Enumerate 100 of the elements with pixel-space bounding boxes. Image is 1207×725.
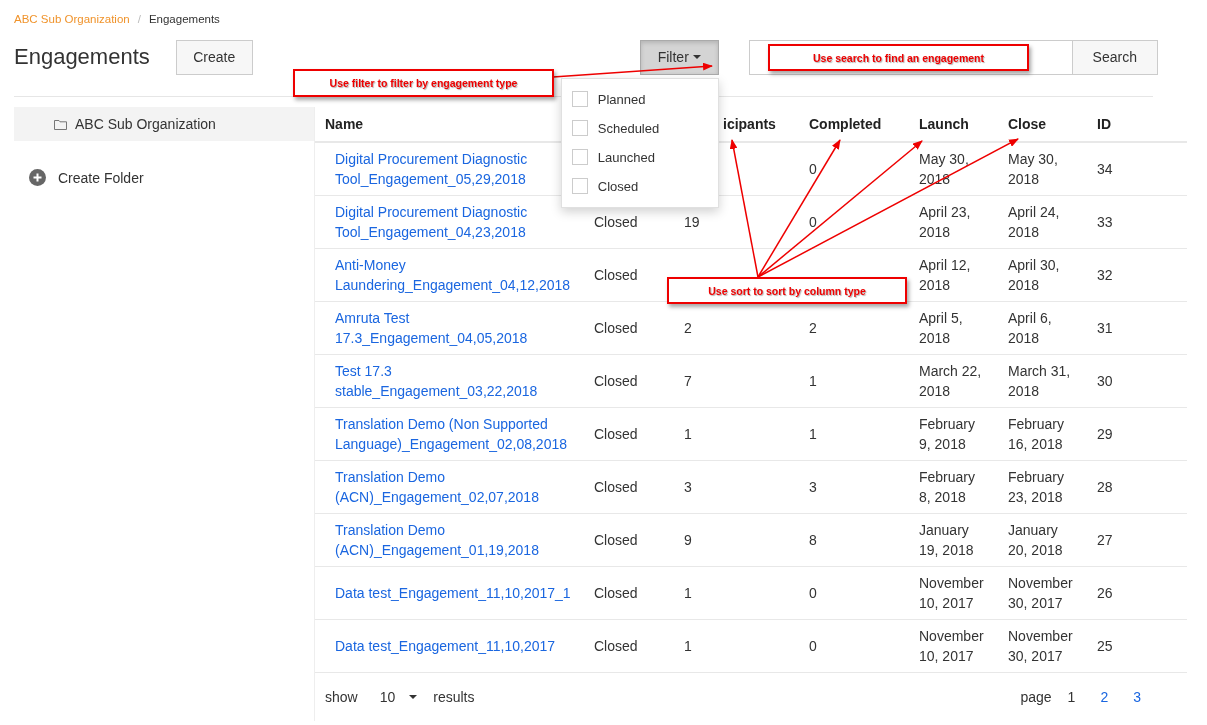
table-cell-text: November 10, 2017 (919, 573, 985, 613)
create-folder-link[interactable]: Create Folder (14, 169, 314, 186)
table-cell: 30 (1097, 372, 1113, 389)
table-cell-text: February 23, 2018 (1008, 467, 1066, 507)
table-cell: 33 (1097, 213, 1113, 230)
table-cell: 1 (684, 584, 692, 601)
column-header[interactable]: Completed (799, 107, 909, 142)
option-label: Launched (597, 149, 655, 165)
page-size-value: 10 (379, 688, 396, 705)
table-cell: 8 (809, 531, 817, 548)
table-cell: 26 (1097, 584, 1113, 601)
results-label: results (433, 688, 475, 705)
filter-button[interactable]: Filter (639, 39, 719, 75)
engagement-link[interactable]: Data test_Engagement_11,10,2017_1 (335, 582, 578, 603)
table-cell: 0 (809, 160, 817, 177)
table-cell: Closed (594, 531, 638, 548)
page-label: page (1020, 688, 1052, 705)
option-label: Closed (597, 178, 639, 194)
table-cell: 9 (684, 531, 692, 548)
table-cell-text: March 22, 2018 (919, 361, 983, 401)
page-link[interactable]: 3 (1133, 688, 1141, 705)
table-cell-text: April 12, 2018 (919, 255, 972, 295)
table-cell: Closed (594, 637, 638, 654)
table-cell-text: April 5, 2018 (919, 308, 964, 348)
column-header[interactable]: Name (315, 107, 584, 142)
table-cell: 7 (684, 372, 692, 389)
table-cell-text: February 8, 2018 (919, 467, 977, 507)
table-cell-text: February 9, 2018 (919, 414, 977, 454)
table-cell-text: April 30, 2018 (1008, 255, 1061, 295)
option-label: Planned (597, 91, 646, 107)
engagement-link[interactable]: Anti-Money Laundering_Engagement_04,12,2018 (335, 254, 578, 295)
table-cell: 1 (684, 637, 692, 654)
table-cell-text: April 6, 2018 (1008, 308, 1053, 348)
create-button[interactable]: Create (175, 39, 253, 75)
column-header[interactable]: ID (1087, 107, 1187, 142)
engagement-link[interactable]: Test 17.3 stable_Engagement_03,22,2018 (335, 360, 578, 401)
table-cell: 0 (809, 637, 817, 654)
column-header[interactable]: Close (998, 107, 1087, 142)
table-cell: 19 (684, 213, 700, 230)
table-cell: 3 (809, 478, 817, 495)
table-cell: 32 (1097, 266, 1113, 283)
table-cell: 25 (1097, 637, 1113, 654)
table-cell: 1 (684, 425, 692, 442)
table-cell: Closed (594, 266, 638, 283)
engagement-link[interactable]: Amruta Test 17.3_Engagement_04,05,2018 (335, 307, 578, 348)
option-label: Scheduled (597, 120, 660, 136)
page-link[interactable]: 2 (1100, 688, 1109, 705)
table-cell-text: April 23, 2018 (919, 202, 972, 242)
checkbox[interactable] (571, 178, 588, 194)
engagement-link[interactable]: Translation Demo (ACN)_Engagement_01,19,2018 (335, 519, 578, 560)
plus-icon (29, 169, 46, 186)
table-cell: 34 (1097, 160, 1113, 177)
callout-note: Use sort to sort by column type (667, 277, 907, 304)
breadcrumb-separator: / (137, 13, 141, 25)
table-cell: 27 (1097, 531, 1113, 548)
column-header[interactable]: icipants (674, 107, 799, 142)
caret-icon (409, 694, 418, 699)
checkbox[interactable] (571, 91, 588, 107)
table-cell-text: March 31, 2018 (1008, 361, 1072, 401)
table-cell: 0 (809, 213, 817, 230)
engagement-link[interactable]: Digital Procurement Diagnostic Tool_Engagement_04,23,2018 (335, 201, 578, 242)
folder-item[interactable]: ABC Sub Organization (14, 107, 314, 141)
table-cell: 1 (809, 372, 817, 389)
table-cell: Closed (594, 213, 638, 230)
page-size-select[interactable]: 10 (379, 688, 418, 705)
table-cell: Closed (594, 584, 638, 601)
table-cell: 0 (809, 584, 817, 601)
page-title: Engagements (14, 44, 150, 70)
callout-note: Use filter to filter by engagement type (293, 69, 554, 97)
checkbox[interactable] (571, 149, 588, 165)
table-cell: 28 (1097, 478, 1113, 495)
table-cell: 31 (1097, 319, 1113, 336)
table-cell-text: May 30, 2018 (1008, 149, 1059, 189)
engagement-link[interactable]: Translation Demo (ACN)_Engagement_02,07,2018 (335, 466, 578, 507)
table-cell-text: November 30, 2017 (1008, 573, 1074, 613)
search-button[interactable]: Search (1071, 39, 1158, 75)
table-cell: Closed (594, 425, 638, 442)
table-cell-text: November 30, 2017 (1008, 626, 1074, 666)
callout-note: Use search to find an engagement (768, 44, 1029, 71)
page-link[interactable]: 1 (1067, 688, 1076, 705)
column-header[interactable]: Launch (909, 107, 998, 142)
table-cell-text: January 19, 2018 (919, 520, 975, 560)
table-cell-text: February 16, 2018 (1008, 414, 1066, 454)
table-cell: 1 (809, 425, 817, 442)
table-cell: Closed (594, 478, 638, 495)
show-label: show (325, 688, 358, 705)
engagement-link[interactable]: Translation Demo (Non Supported Language)_Engagement_02,08,2018 (335, 413, 578, 454)
table-cell: 2 (684, 319, 692, 336)
table-cell: Closed (594, 319, 638, 336)
folder-icon (54, 118, 67, 130)
caret-icon (692, 55, 701, 59)
table-cell-text: April 24, 2018 (1008, 202, 1061, 242)
table-cell-text: November 10, 2017 (919, 626, 985, 666)
table-cell-text: January 20, 2018 (1008, 520, 1064, 560)
table-cell: Closed (594, 372, 638, 389)
engagement-link[interactable]: Data test_Engagement_11,10,2017 (335, 635, 578, 656)
checkbox[interactable] (571, 120, 588, 136)
table-cell: 29 (1097, 425, 1113, 442)
breadcrumb-current: Engagements (148, 13, 220, 25)
table-cell: 2 (809, 319, 817, 336)
